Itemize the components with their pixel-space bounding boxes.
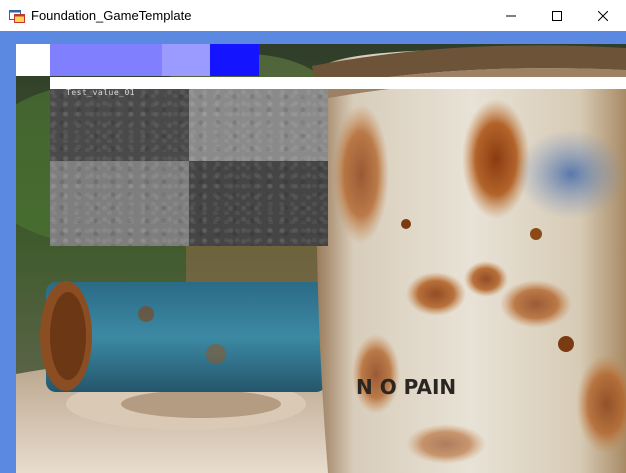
color-swatch-blue (210, 44, 259, 76)
checker-cell (189, 89, 328, 161)
window-titlebar[interactable]: Foundation_GameTemplate (0, 0, 626, 31)
minimize-button[interactable] (488, 0, 534, 31)
maximize-button[interactable] (534, 0, 580, 31)
checker-cell (50, 161, 189, 246)
app-window-icon (9, 8, 25, 24)
checker-cell (189, 161, 328, 246)
close-icon (598, 10, 608, 21)
debug-text-label: Test_value_01 (66, 88, 136, 97)
overlay-white-bar (50, 77, 626, 89)
color-swatch-light-blue (50, 44, 162, 76)
close-button[interactable] (580, 0, 626, 31)
window-title: Foundation_GameTemplate (31, 8, 192, 23)
checker-cell (50, 89, 189, 161)
barrel-stencil-text: N O PAIN (356, 375, 456, 399)
minimize-icon (506, 15, 516, 16)
color-swatch-white (16, 44, 50, 76)
maximize-icon (552, 10, 562, 21)
checker-texture-panel (50, 89, 328, 246)
color-swatch-lavender (162, 44, 210, 76)
